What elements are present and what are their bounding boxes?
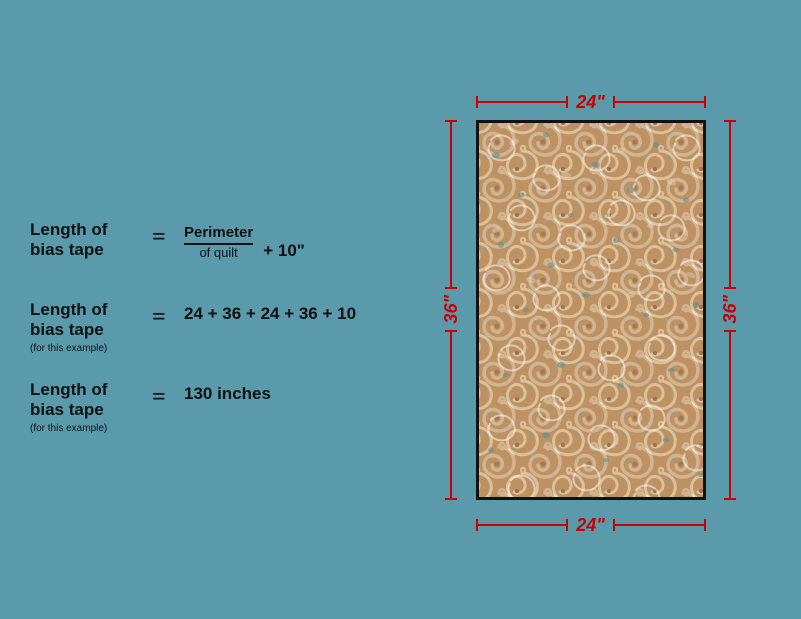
meas-label-bottom: 24" [568, 515, 613, 536]
measurement-right: 36" [720, 120, 741, 500]
formula-2-lhs-line1: Length of [30, 300, 140, 320]
meas-line-top-left [476, 101, 569, 103]
formula-2-lhs-sub: (for this example) [30, 342, 140, 355]
formula-1-rhs-inline: Perimeter of quilt + 10" [184, 224, 305, 262]
formula-2-rhs: 24 + 36 + 24 + 36 + 10 [184, 304, 356, 324]
formula-3-lhs: Length of bias tape (for this example) [30, 380, 140, 436]
meas-line-bottom-right [613, 524, 706, 526]
formula-2-equals: = [152, 304, 172, 331]
formula-1-rhs-extra: + 10" [263, 241, 305, 261]
meas-line-right-top [729, 120, 731, 290]
formula-3-equals: = [152, 384, 172, 411]
meas-label-top: 24" [568, 92, 613, 113]
meas-line-right-bottom [729, 330, 731, 500]
formula-row-2: Length of bias tape (for this example) =… [30, 300, 360, 360]
formula-1-lhs: Length of bias tape [30, 220, 140, 261]
meas-line-top-right [613, 101, 706, 103]
formula-2-lhs-line2: bias tape [30, 320, 140, 340]
formula-1-rhs: Perimeter of quilt + 10" [184, 224, 305, 262]
measurement-left: 36" [441, 120, 462, 500]
formula-1-lhs-line1: Length of [30, 220, 140, 240]
quilt-diagram: 24" 24" 36" 36" [436, 70, 746, 550]
quilt-panel: 24" 24" 36" 36" [380, 0, 801, 619]
meas-line-left-top [450, 120, 452, 290]
formula-1-rhs-bottom: of quilt [199, 245, 237, 262]
measurement-top: 24" [476, 92, 706, 113]
formula-1-lhs-line2: bias tape [30, 240, 140, 260]
formula-3-lhs-line1: Length of [30, 380, 140, 400]
meas-label-left: 36" [441, 289, 462, 330]
formula-3-rhs-value: 130 inches [184, 384, 271, 404]
meas-line-bottom-left [476, 524, 569, 526]
meas-label-right: 36" [720, 289, 741, 330]
formula-2-rhs-value: 24 + 36 + 24 + 36 + 10 [184, 304, 356, 324]
formulas-panel: Length of bias tape = Perimeter of quilt… [0, 200, 380, 460]
formula-1-rhs-top: Perimeter [184, 224, 253, 245]
meas-line-left-bottom [450, 330, 452, 500]
formula-3-lhs-sub: (for this example) [30, 422, 140, 435]
quilt-fabric [476, 120, 706, 500]
formula-3-lhs-line2: bias tape [30, 400, 140, 420]
formula-row-1: Length of bias tape = Perimeter of quilt… [30, 220, 360, 280]
main-container: Length of bias tape = Perimeter of quilt… [0, 0, 801, 619]
formula-3-rhs: 130 inches [184, 384, 271, 404]
measurement-bottom: 24" [476, 515, 706, 536]
formula-1-equals: = [152, 224, 172, 251]
formula-2-lhs: Length of bias tape (for this example) [30, 300, 140, 356]
formula-row-3: Length of bias tape (for this example) =… [30, 380, 360, 440]
